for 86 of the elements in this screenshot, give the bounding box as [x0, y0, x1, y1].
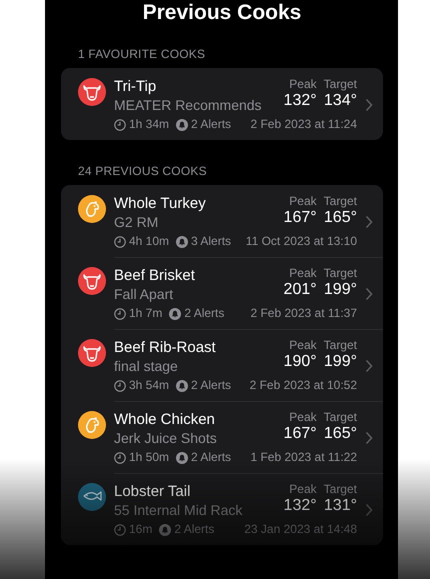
cow-head-icon [78, 267, 106, 295]
target-value: 199° [324, 280, 357, 299]
target-value: 165° [324, 208, 357, 227]
cow-head-icon [78, 78, 106, 106]
alert-count: 2 Alerts [191, 378, 232, 393]
clock-icon [114, 118, 126, 130]
bell-icon [176, 452, 188, 464]
screen-title: Previous Cooks [142, 0, 302, 25]
fish-icon [78, 483, 106, 511]
target-value: 131° [324, 496, 357, 515]
clock-icon [114, 524, 126, 536]
target-label: Target [324, 338, 357, 352]
peak-value: 167° [284, 208, 317, 227]
cook-duration: 1h 50m [129, 450, 170, 465]
peak-value: 201° [284, 280, 317, 299]
peak-label: Peak [289, 338, 317, 352]
alert-count: 3 Alerts [191, 234, 232, 249]
target-value: 165° [324, 424, 357, 443]
bird-icon [78, 195, 106, 223]
cook-date: 1 Feb 2023 at 11:22 [249, 450, 357, 465]
bell-icon [176, 380, 188, 392]
target-label: Target [324, 266, 357, 280]
cook-row[interactable]: Whole Chicken Jerk Juice Shots Peak 167° Target 165° 1h 50m 2 Alerts 1 Feb 2023 at 11:22 [61, 401, 383, 473]
clock-icon [114, 452, 126, 464]
cook-name: Whole Chicken [114, 410, 216, 429]
cook-name: Whole Turkey [114, 194, 206, 213]
alert-count: 2 Alerts [184, 306, 224, 321]
chevron-icon [365, 358, 373, 372]
cook-row[interactable]: Tri-Tip MEATER Recommends Peak 132° Target 134° 1h 34m 2 Alerts 2 Feb 2023 at 11:24 [61, 68, 383, 140]
target-label: Target [324, 194, 357, 208]
cook-name: Tri-Tip [114, 77, 158, 96]
peak-label: Peak [289, 194, 317, 208]
clock-icon [114, 380, 126, 392]
cook-date: 2 Feb 2023 at 11:37 [249, 306, 357, 321]
target-value: 134° [324, 91, 357, 110]
bell-icon [176, 236, 188, 248]
peak-value: 167° [284, 424, 317, 443]
cook-date: 11 Oct 2023 at 13:10 [244, 234, 357, 249]
chevron-icon [365, 286, 373, 300]
cook-name: Beef Brisket [114, 266, 195, 285]
chevron-icon [365, 430, 373, 444]
bird-icon [78, 411, 106, 439]
alert-count: 2 Alerts [174, 522, 214, 537]
peak-value: 132° [284, 91, 317, 110]
peak-label: Peak [289, 77, 317, 91]
alert-count: 2 Alerts [191, 450, 232, 465]
alert-count: 2 Alerts [191, 117, 232, 132]
target-label: Target [324, 410, 357, 424]
cook-subtitle: G2 RM [114, 213, 160, 231]
clock-icon [114, 308, 126, 320]
cook-name: Lobster Tail [114, 482, 192, 501]
cow-head-icon [78, 339, 106, 367]
chevron-icon [365, 98, 373, 112]
cook-row[interactable]: Whole Turkey G2 RM Peak 167° Target 165° 4h 10m 3 Alerts 11 Oct 2023 at 13:10 [61, 185, 383, 257]
cook-duration: 4h 10m [129, 234, 170, 249]
target-label: Target [324, 482, 357, 496]
cook-date: 23 Jan 2023 at 14:48 [243, 522, 357, 537]
bell-icon [176, 118, 188, 130]
chevron-icon [365, 502, 373, 516]
bell-icon [169, 308, 182, 320]
peak-value: 190° [284, 352, 317, 371]
cook-duration: 3h 54m [129, 378, 170, 393]
cook-duration: 1h 7m [129, 306, 162, 321]
peak-value: 132° [284, 496, 317, 515]
target-label: Target [324, 77, 357, 91]
cook-duration: 1h 34m [129, 117, 170, 132]
cook-name: Beef Rib-Roast [114, 338, 216, 357]
cook-subtitle: Jerk Juice Shots [114, 429, 217, 447]
cook-subtitle: final stage [114, 357, 179, 375]
bell-icon [159, 524, 172, 536]
cook-row[interactable]: Beef Rib-Roast final stage Peak 190° Target 199° 3h 54m 2 Alerts 2 Feb 2023 at 10:52 [61, 329, 383, 401]
cook-subtitle: 55 Internal Mid Rack [114, 501, 242, 519]
cook-subtitle: MEATER Recommends [114, 96, 262, 114]
peak-label: Peak [289, 410, 317, 424]
cook-date: 2 Feb 2023 at 10:52 [248, 378, 357, 393]
cook-duration: 16m [129, 522, 152, 537]
peak-label: Peak [289, 482, 317, 496]
peak-label: Peak [289, 266, 317, 280]
section-heading: 1 FAVOURITE COOKS [77, 46, 206, 63]
target-value: 199° [324, 352, 357, 371]
cook-subtitle: Fall Apart [114, 285, 174, 303]
chevron-icon [365, 214, 373, 228]
clock-icon [114, 236, 126, 248]
section-heading: 24 PREVIOUS COOKS [77, 163, 208, 180]
cook-date: 2 Feb 2023 at 11:24 [249, 117, 357, 132]
cook-row[interactable]: Beef Brisket Fall Apart Peak 201° Target 199° 1h 7m 2 Alerts 2 Feb 2023 at 11:37 [61, 257, 383, 329]
